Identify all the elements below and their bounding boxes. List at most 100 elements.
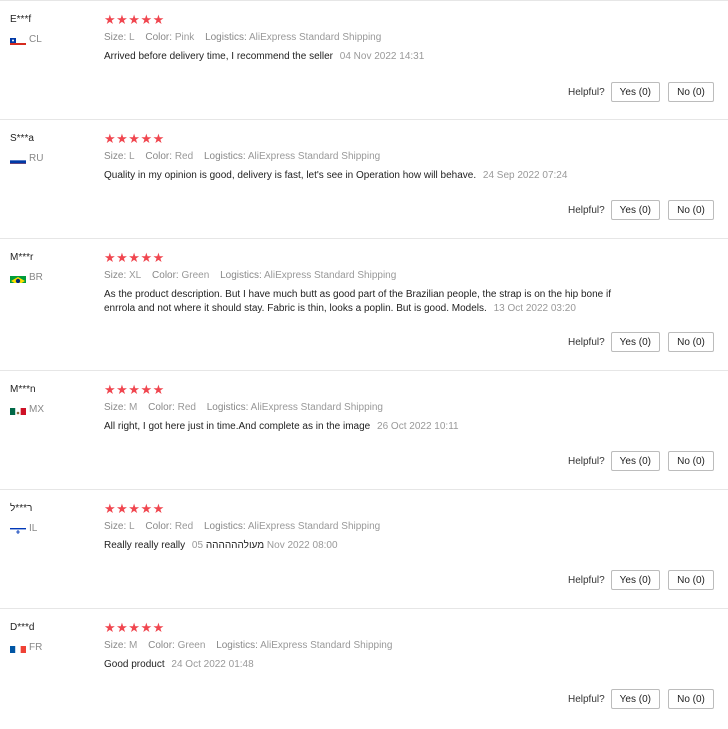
size-label: Size: — [104, 402, 127, 413]
helpful-label: Helpful? — [567, 455, 605, 467]
size-label: Size: — [104, 521, 127, 532]
review-date: 24 Oct 2022 01:48 — [171, 659, 254, 670]
color-value: Red — [174, 151, 194, 162]
mexico-flag-icon — [10, 405, 26, 415]
size-value: L — [129, 151, 135, 162]
country-code: MX — [29, 404, 44, 415]
helpful-yes-button[interactable]: Yes (0) — [610, 200, 660, 220]
size-label: Size: — [104, 32, 127, 43]
review-date: 26 Oct 2022 10:11 — [377, 421, 459, 432]
review-date: 04 Nov 2022 14:31 — [339, 51, 425, 62]
helpful-controls: Helpful? Yes (0) No (0) — [568, 200, 714, 220]
country-code: BR — [29, 272, 43, 283]
review-content: Arrived before delivery time, I recommen… — [104, 50, 644, 64]
helpful-yes-button[interactable]: Yes (0) — [610, 689, 660, 709]
france-flag-icon — [10, 643, 26, 653]
color-label: Color: — [145, 32, 173, 43]
helpful-no-button[interactable]: No (0) — [668, 451, 714, 471]
star-rating: ★★★★★ — [104, 382, 165, 397]
helpful-label: Helpful? — [567, 693, 605, 705]
helpful-no-button[interactable]: No (0) — [668, 200, 714, 220]
review-text: Good product — [104, 659, 165, 670]
color-value: Red — [174, 521, 194, 532]
review-item: E***f CL ★★★★★ Size: L Color: Pink Logis… — [0, 0, 728, 120]
country-code: CL — [29, 34, 42, 45]
helpful-yes-button[interactable]: Yes (0) — [610, 451, 660, 471]
star-rating: ★★★★★ — [104, 250, 165, 265]
star-rating: ★★★★★ — [104, 501, 165, 516]
user-name: D***d — [10, 622, 35, 633]
helpful-label: Helpful? — [567, 204, 605, 216]
russia-flag-icon — [10, 154, 26, 164]
sku-info: Size: M Color: Green Logistics: AliExpre… — [104, 640, 400, 651]
helpful-yes-button[interactable]: Yes (0) — [610, 570, 660, 590]
review-content: Good product 24 Oct 2022 01:48 — [104, 658, 644, 672]
review-text: All right, I got here just in time.And c… — [104, 421, 371, 432]
size-value: XL — [129, 270, 142, 281]
user-country: MX — [10, 404, 44, 415]
color-value: Green — [177, 640, 206, 651]
chile-flag-icon — [10, 35, 26, 45]
review-content: Quality in my opinion is good, delivery … — [104, 169, 644, 183]
star-rating: ★★★★★ — [104, 12, 165, 27]
brazil-flag-icon — [10, 273, 26, 283]
country-code: RU — [29, 153, 44, 164]
size-value: M — [129, 402, 138, 413]
review-text: Really really really מעולהההההה — [104, 540, 265, 551]
logistics-value: AliExpress Standard Shipping — [247, 151, 381, 162]
sku-info: Size: L Color: Pink Logistics: AliExpres… — [104, 32, 389, 43]
size-label: Size: — [104, 640, 127, 651]
review-text: Quality in my opinion is good, delivery … — [104, 170, 477, 181]
helpful-label: Helpful? — [567, 336, 605, 348]
user-country: BR — [10, 272, 43, 283]
user-country: RU — [10, 153, 43, 164]
review-content: All right, I got here just in time.And c… — [104, 420, 644, 434]
helpful-yes-button[interactable]: Yes (0) — [610, 332, 660, 352]
size-label: Size: — [104, 270, 127, 281]
size-label: Size: — [104, 151, 127, 162]
color-label: Color: — [148, 402, 175, 413]
helpful-no-button[interactable]: No (0) — [668, 570, 714, 590]
review-item: S***a RU ★★★★★ Size: L Color: Red Logist… — [0, 120, 728, 239]
size-value: L — [129, 32, 135, 43]
size-value: L — [129, 521, 135, 532]
user-country: IL — [10, 523, 37, 534]
logistics-value: AliExpress Standard Shipping — [247, 521, 381, 532]
color-value: Green — [181, 270, 210, 281]
review-text: Arrived before delivery time, I recommen… — [104, 51, 333, 62]
user-name: E***f — [10, 14, 32, 25]
review-item: ר***ל IL ★★★★★ Size: L Color: Red Logist… — [0, 490, 728, 609]
review-date: 24 Sep 2022 07:24 — [482, 170, 568, 181]
color-value: Pink — [174, 32, 195, 43]
helpful-controls: Helpful? Yes (0) No (0) — [568, 82, 714, 102]
color-label: Color: — [148, 640, 175, 651]
color-label: Color: — [152, 270, 179, 281]
logistics-label: Logistics: — [206, 402, 249, 413]
helpful-controls: Helpful? Yes (0) No (0) — [568, 689, 714, 709]
logistics-value: AliExpress Standard Shipping — [250, 402, 383, 413]
sku-info: Size: L Color: Red Logistics: AliExpress… — [104, 151, 388, 162]
user-name: ר***ל — [10, 503, 33, 514]
user-country: FR — [10, 642, 42, 653]
color-label: Color: — [145, 151, 173, 162]
star-rating: ★★★★★ — [104, 131, 165, 146]
color-label: Color: — [145, 521, 173, 532]
sku-info: Size: L Color: Red Logistics: AliExpress… — [104, 521, 388, 532]
helpful-controls: Helpful? Yes (0) No (0) — [568, 570, 714, 590]
helpful-no-button[interactable]: No (0) — [668, 332, 714, 352]
israel-flag-icon — [10, 524, 26, 534]
feedback-list: E***f CL ★★★★★ Size: L Color: Pink Logis… — [0, 0, 728, 728]
helpful-yes-button[interactable]: Yes (0) — [610, 82, 660, 102]
user-name: M***r — [10, 252, 34, 263]
review-item: M***r BR ★★★★★ Size: XL Color: Green Log… — [0, 239, 728, 371]
user-name: S***a — [10, 133, 34, 144]
helpful-no-button[interactable]: No (0) — [668, 82, 714, 102]
helpful-controls: Helpful? Yes (0) No (0) — [568, 332, 714, 352]
sku-info: Size: XL Color: Green Logistics: AliExpr… — [104, 270, 404, 281]
logistics-value: AliExpress Standard Shipping — [248, 32, 382, 43]
review-date: 13 Oct 2022 03:20 — [493, 303, 576, 314]
logistics-label: Logistics: — [220, 270, 262, 281]
country-code: IL — [29, 523, 38, 534]
helpful-no-button[interactable]: No (0) — [668, 689, 714, 709]
review-content: Really really really מעולהההההה 05 Nov 2… — [104, 539, 644, 553]
